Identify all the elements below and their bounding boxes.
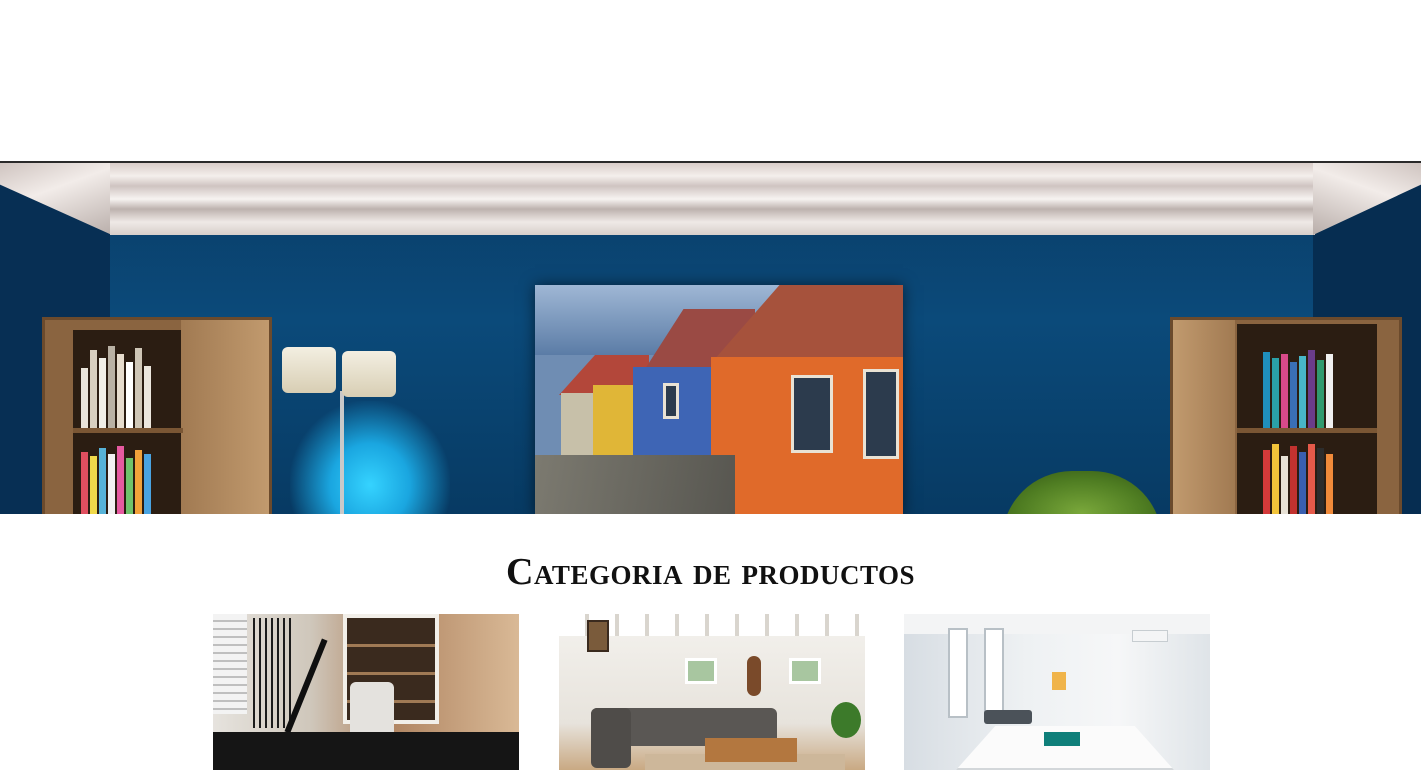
floor-lamp-shade [342,351,396,397]
bookshelf-left [42,317,272,514]
category-card-living-room[interactable] [559,614,865,770]
floor-lamp-shade [282,347,336,393]
category-card-home-office[interactable] [213,614,519,770]
wall-painting [535,285,903,514]
hero-banner [0,161,1421,514]
lamp-light-glow [290,401,450,514]
plant [1002,471,1162,514]
header-area [0,0,1421,161]
floor-lamp-pole [340,391,344,514]
bookshelf-right [1170,317,1402,514]
category-card-office[interactable] [904,614,1210,770]
crown-molding [110,163,1315,235]
section-title: Categoria de productos [506,551,915,593]
